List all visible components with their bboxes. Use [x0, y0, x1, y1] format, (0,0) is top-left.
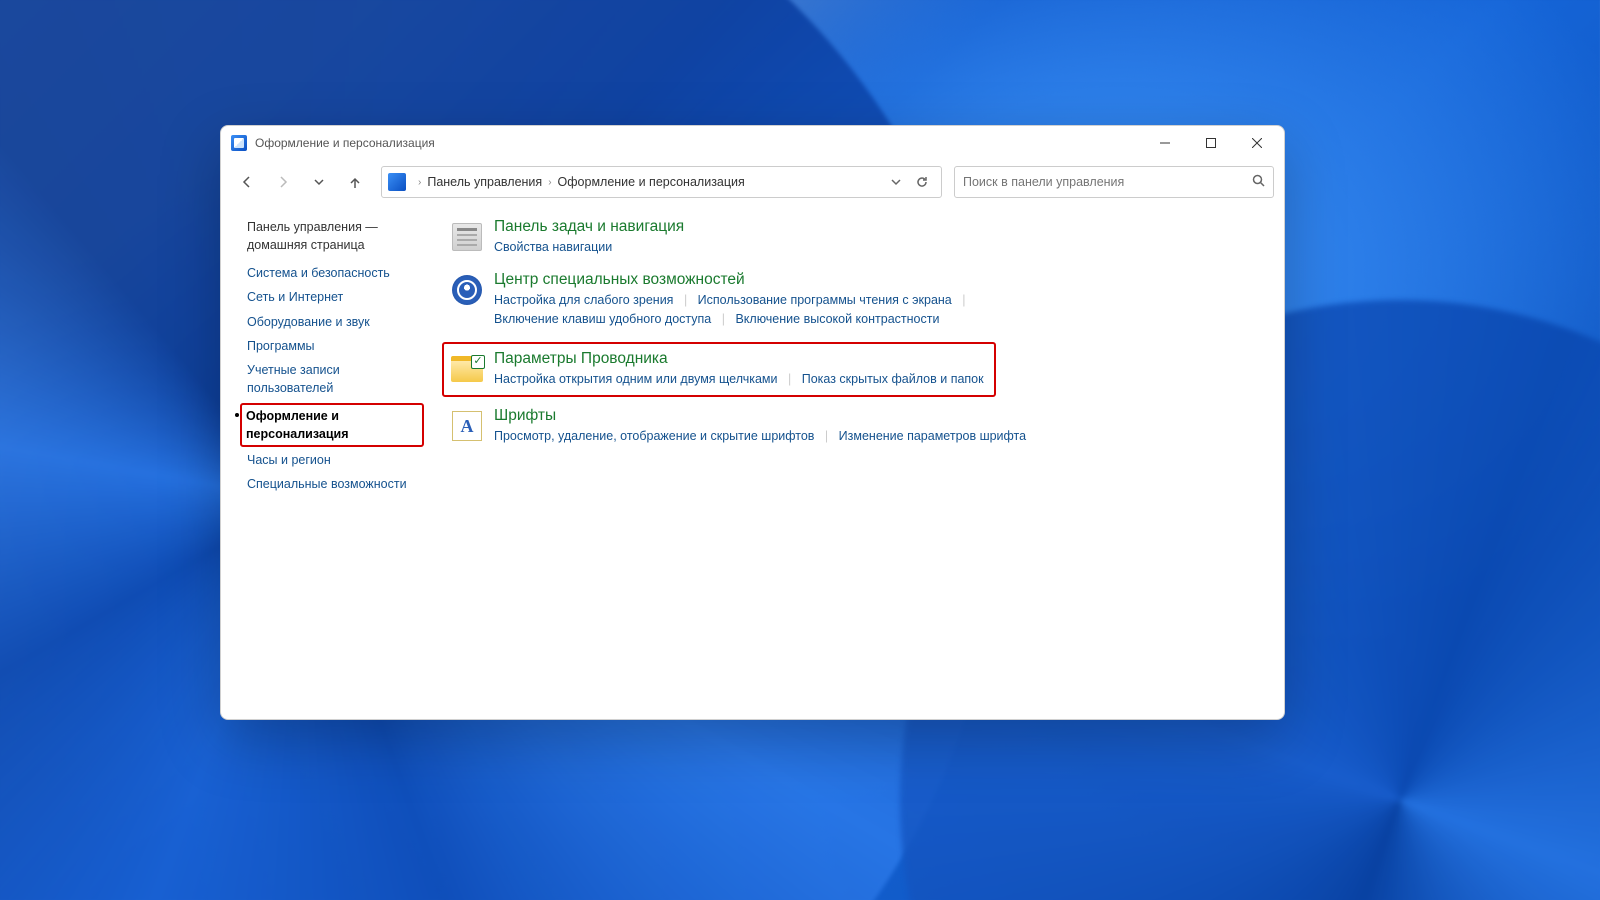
category-title-taskbar[interactable]: Панель задач и навигация	[494, 218, 1264, 236]
category-title-access[interactable]: Центр специальных возможностей	[494, 271, 1264, 289]
accessibility-icon	[450, 273, 484, 307]
up-button[interactable]	[339, 166, 371, 198]
body: Панель управления — домашняя страница Си…	[221, 204, 1284, 719]
link-screen-reader[interactable]: Использование программы чтения с экрана	[698, 293, 952, 307]
back-button[interactable]	[231, 166, 263, 198]
breadcrumb-sep: ›	[548, 177, 551, 188]
breadcrumb-sep: ›	[418, 177, 421, 188]
sidebar-item-system[interactable]: Система и безопасность	[247, 264, 422, 282]
active-bullet-icon	[235, 413, 239, 417]
window-title: Оформление и персонализация	[255, 136, 435, 150]
control-panel-icon	[388, 173, 406, 191]
address-bar[interactable]: › Панель управления › Оформление и персо…	[381, 166, 942, 198]
app-icon	[231, 135, 247, 151]
category-explorer: Параметры Проводника Настройка открытия …	[450, 350, 984, 389]
search-icon	[1252, 174, 1265, 190]
maximize-button[interactable]	[1188, 128, 1234, 158]
sidebar-home[interactable]: Панель управления — домашняя страница	[247, 218, 422, 254]
minimize-button[interactable]	[1142, 128, 1188, 158]
category-title-fonts[interactable]: Шрифты	[494, 407, 1264, 425]
search-input[interactable]	[963, 175, 1252, 189]
folder-options-icon	[450, 352, 484, 386]
link-view-fonts[interactable]: Просмотр, удаление, отображение и скрыти…	[494, 429, 814, 443]
link-high-contrast[interactable]: Включение высокой контрастности	[735, 312, 939, 326]
control-panel-window: Оформление и персонализация › Панель упр…	[220, 125, 1285, 720]
link-click-setup[interactable]: Настройка открытия одним или двумя щелчк…	[494, 372, 778, 386]
sidebar: Панель управления — домашняя страница Си…	[247, 218, 422, 699]
sidebar-item-network[interactable]: Сеть и Интернет	[247, 288, 422, 306]
sidebar-item-hardware[interactable]: Оборудование и звук	[247, 313, 422, 331]
navbar: › Панель управления › Оформление и персо…	[221, 160, 1284, 204]
recent-locations-button[interactable]	[303, 166, 335, 198]
link-hidden-files[interactable]: Показ скрытых файлов и папок	[802, 372, 984, 386]
fonts-icon: A	[450, 409, 484, 443]
breadcrumb-current[interactable]: Оформление и персонализация	[558, 175, 745, 189]
link-nav-properties[interactable]: Свойства навигации	[494, 240, 612, 254]
sidebar-item-accounts[interactable]: Учетные записи пользователей	[247, 361, 422, 397]
address-dropdown-button[interactable]	[883, 176, 909, 188]
category-access: Центр специальных возможностей Настройка…	[450, 271, 1264, 329]
sidebar-item-access[interactable]: Специальные возможности	[247, 475, 422, 493]
refresh-button[interactable]	[909, 176, 935, 188]
category-title-explorer[interactable]: Параметры Проводника	[494, 350, 984, 368]
search-box[interactable]	[954, 166, 1274, 198]
breadcrumb-root[interactable]: Панель управления	[427, 175, 542, 189]
category-taskbar: Панель задач и навигация Свойства навига…	[450, 218, 1264, 257]
taskbar-icon	[450, 220, 484, 254]
link-easy-keys[interactable]: Включение клавиш удобного доступа	[494, 312, 711, 326]
annotation-highlight-sidebar: Оформление и персонализация	[240, 403, 424, 447]
titlebar: Оформление и персонализация	[221, 126, 1284, 160]
annotation-highlight-main: Параметры Проводника Настройка открытия …	[442, 342, 996, 397]
category-fonts: A Шрифты Просмотр, удаление, отображение…	[450, 407, 1264, 446]
sidebar-item-programs[interactable]: Программы	[247, 337, 422, 355]
sidebar-item-appearance[interactable]: Оформление и персонализация	[246, 407, 418, 443]
sidebar-item-clock[interactable]: Часы и регион	[247, 451, 422, 469]
forward-button[interactable]	[267, 166, 299, 198]
content: Панель задач и навигация Свойства навига…	[422, 218, 1264, 699]
link-font-settings[interactable]: Изменение параметров шрифта	[839, 429, 1026, 443]
close-button[interactable]	[1234, 128, 1280, 158]
link-low-vision[interactable]: Настройка для слабого зрения	[494, 293, 673, 307]
